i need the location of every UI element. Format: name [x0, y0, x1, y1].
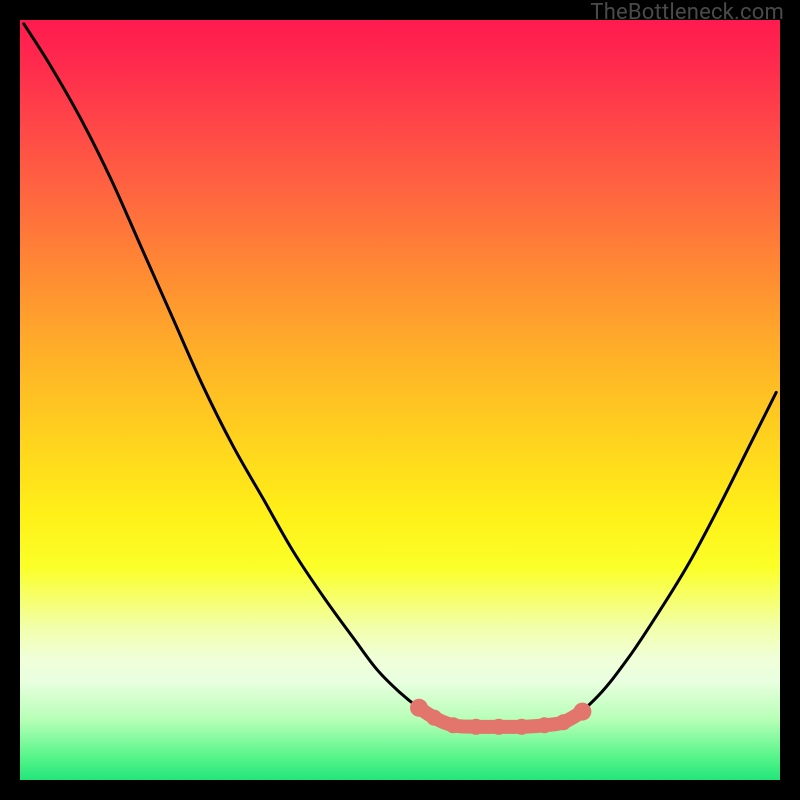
highlight-dot [536, 717, 552, 733]
highlight-dot [573, 703, 591, 721]
highlight-dot [410, 699, 428, 717]
highlight-dot [491, 719, 507, 735]
highlight-dot [468, 719, 484, 735]
highlight-dot [426, 710, 442, 726]
highlight-dot [514, 719, 530, 735]
bottleneck-curve [24, 24, 776, 727]
highlight-dot [445, 717, 461, 733]
chart-frame: TheBottleneck.com [0, 0, 800, 800]
watermark-text: TheBottleneck.com [590, 0, 784, 25]
highlight-dot [555, 714, 571, 730]
curve-layer [20, 20, 780, 780]
